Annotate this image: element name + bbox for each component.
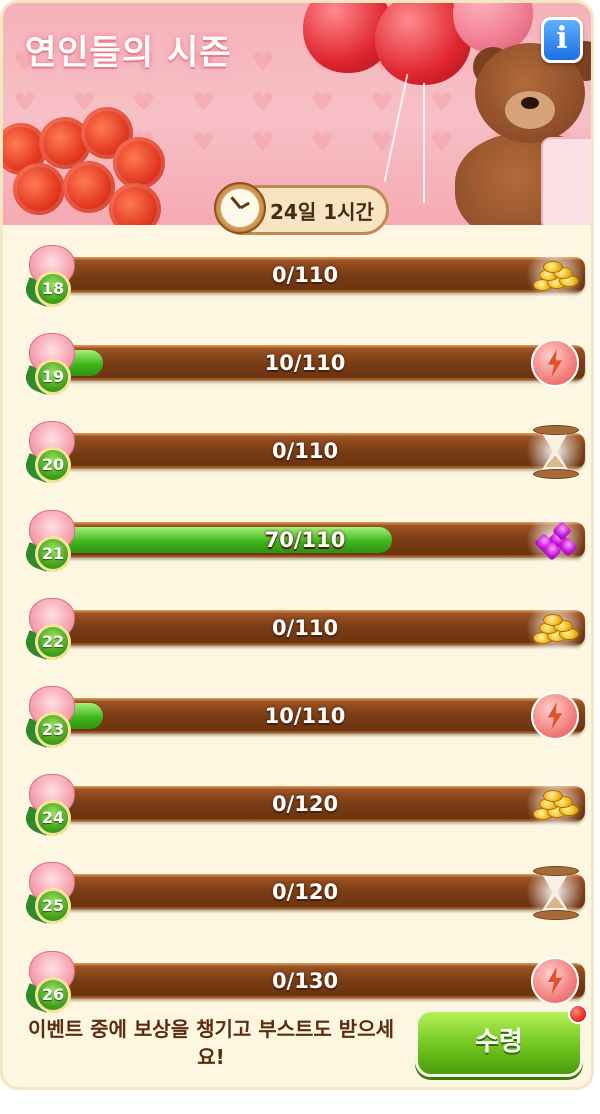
energy-icon[interactable]: [525, 953, 585, 1009]
event-timer: 24일 1시간: [214, 182, 389, 235]
level-badge: 19: [35, 359, 71, 396]
claim-button[interactable]: 수령: [415, 1009, 583, 1077]
milestone-row: 70/110 21: [3, 498, 591, 580]
energy-icon[interactable]: [525, 335, 585, 391]
progress-text: 10/110: [264, 704, 346, 728]
milestone-row: 0/120 25: [3, 850, 591, 932]
level-badge: 21: [35, 535, 71, 572]
notification-dot: [568, 1004, 588, 1024]
level-badge: 22: [35, 623, 71, 660]
milestone-row: 10/110 23: [3, 674, 591, 756]
progress-text: 10/110: [264, 351, 346, 376]
coins-icon[interactable]: [525, 776, 585, 833]
level-badge: 18: [35, 271, 71, 307]
event-panel: ♥ ♥ ♥ ♥ ♥ ♥ ♥ ♥ ♥ ♥ ♥ ♥ ♥ ♥ ♥ ♥ ♥ ♥ ♥ ♥ …: [0, 0, 594, 1090]
progress-text: 0/110: [271, 263, 339, 287]
gems-icon[interactable]: [525, 511, 585, 568]
footer-message: 이벤트 중에 보상을 챙기고 부스트도 받으세요!: [27, 1017, 394, 1069]
energy-icon[interactable]: [525, 688, 585, 744]
milestone-row: 0/110 18: [3, 233, 591, 315]
hourglass-icon[interactable]: [525, 864, 585, 921]
level-badge: 24: [35, 800, 71, 837]
milestone-row: 0/120 24: [3, 762, 591, 844]
coins-icon[interactable]: [525, 599, 585, 656]
milestone-row: 0/110 22: [3, 586, 591, 668]
event-title: 연인들의 시즌: [25, 33, 232, 73]
roses-bouquet-illustration: [3, 103, 173, 225]
clock-icon: [214, 182, 266, 234]
hourglass-icon[interactable]: [525, 423, 585, 480]
timer-text: 24일 1시간: [270, 200, 374, 224]
milestone-row: 10/110 19: [3, 321, 591, 403]
teddy-bear-illustration: [415, 41, 591, 225]
progress-text: 0/110: [271, 439, 339, 464]
progress-text: 0/130: [271, 968, 339, 993]
milestone-row: 0/110 20: [3, 409, 591, 491]
info-button[interactable]: i: [541, 17, 583, 63]
level-badge: 26: [35, 976, 71, 1013]
level-badge: 23: [35, 712, 71, 748]
progress-text: 0/110: [271, 615, 339, 640]
progress-text: 0/120: [271, 792, 339, 817]
progress-text: 70/110: [264, 527, 346, 552]
coins-icon[interactable]: [525, 247, 585, 303]
progress-text: 0/120: [271, 880, 339, 905]
